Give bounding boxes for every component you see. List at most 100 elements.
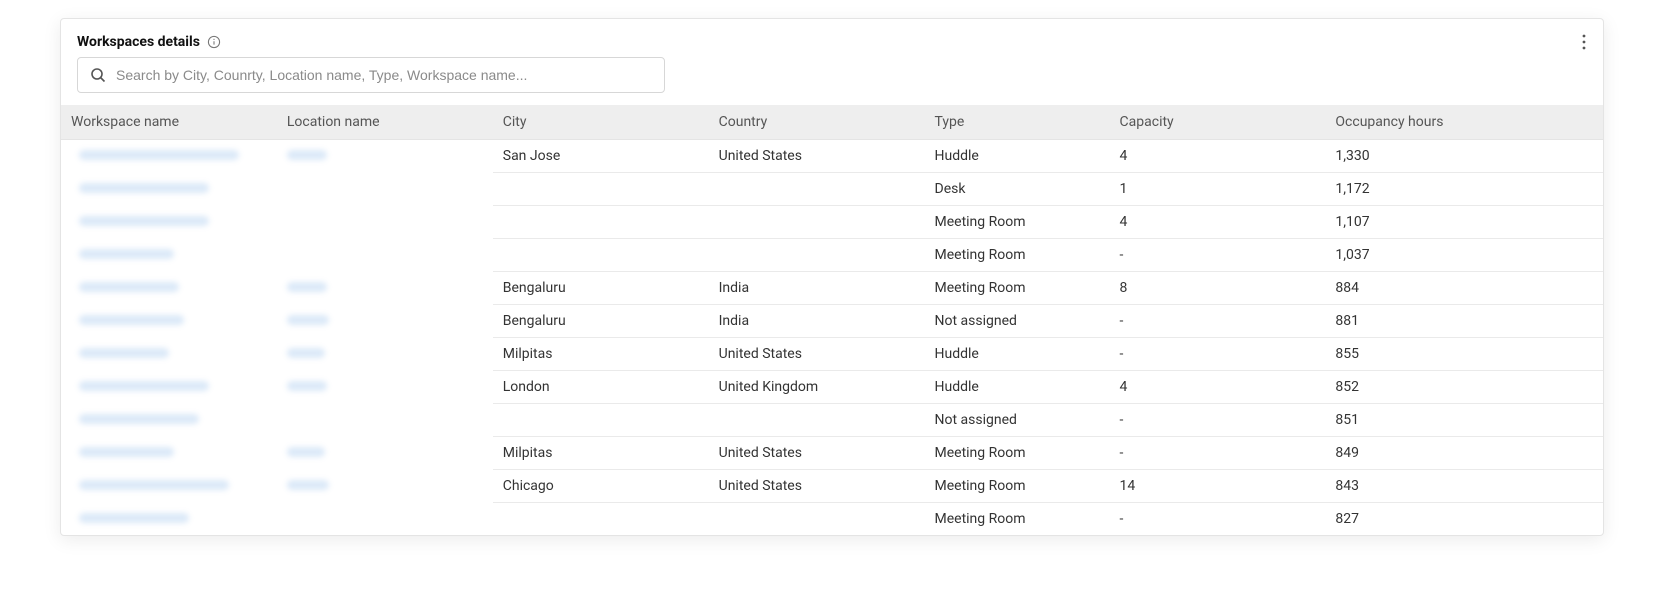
cell-occupancy-hours: 1,037 — [1325, 239, 1603, 272]
cell-type: Meeting Room — [925, 437, 1110, 470]
cell-occupancy-hours: 1,172 — [1325, 173, 1603, 206]
cell-country: United States — [709, 470, 925, 503]
table-header-row: Workspace name Location name City Countr… — [61, 105, 1603, 140]
cell-capacity: 4 — [1110, 206, 1326, 239]
cell-location-name — [277, 173, 493, 206]
cell-occupancy-hours: 884 — [1325, 272, 1603, 305]
cell-type: Huddle — [925, 371, 1110, 404]
card-header: Workspaces details — [61, 19, 1603, 57]
th-location-name[interactable]: Location name — [277, 105, 493, 140]
cell-capacity: 4 — [1110, 140, 1326, 173]
cell-city: Milpitas — [493, 437, 709, 470]
cell-type: Meeting Room — [925, 470, 1110, 503]
cell-city — [493, 206, 709, 239]
search-wrap — [61, 57, 1603, 105]
table-row[interactable]: Desk11,172 — [61, 173, 1603, 206]
cell-capacity: 4 — [1110, 371, 1326, 404]
cell-location-name — [277, 371, 493, 404]
cell-capacity: 1 — [1110, 173, 1326, 206]
cell-occupancy-hours: 881 — [1325, 305, 1603, 338]
cell-workspace-name — [61, 470, 277, 503]
cell-city: London — [493, 371, 709, 404]
table-row[interactable]: MilpitasUnited StatesMeeting Room-849 — [61, 437, 1603, 470]
cell-type: Meeting Room — [925, 206, 1110, 239]
cell-city: Milpitas — [493, 338, 709, 371]
cell-location-name — [277, 305, 493, 338]
table-row[interactable]: Meeting Room41,107 — [61, 206, 1603, 239]
cell-location-name — [277, 239, 493, 272]
th-workspace-name[interactable]: Workspace name — [61, 105, 277, 140]
cell-country — [709, 173, 925, 206]
cell-capacity: 8 — [1110, 272, 1326, 305]
cell-country — [709, 404, 925, 437]
cell-workspace-name — [61, 371, 277, 404]
workspaces-table: Workspace name Location name City Countr… — [61, 105, 1603, 535]
cell-type: Meeting Room — [925, 239, 1110, 272]
more-options-icon[interactable] — [1575, 33, 1593, 51]
cell-location-name — [277, 338, 493, 371]
th-city[interactable]: City — [493, 105, 709, 140]
th-type[interactable]: Type — [925, 105, 1110, 140]
title-wrap: Workspaces details — [77, 34, 221, 50]
table-row[interactable]: Not assigned-851 — [61, 404, 1603, 437]
cell-location-name — [277, 140, 493, 173]
cell-capacity: - — [1110, 338, 1326, 371]
cell-city — [493, 173, 709, 206]
cell-type: Desk — [925, 173, 1110, 206]
cell-capacity: - — [1110, 404, 1326, 437]
cell-workspace-name — [61, 503, 277, 536]
cell-city — [493, 404, 709, 437]
cell-capacity: 14 — [1110, 470, 1326, 503]
cell-city: Bengaluru — [493, 305, 709, 338]
th-country[interactable]: Country — [709, 105, 925, 140]
table-row[interactable]: Meeting Room-827 — [61, 503, 1603, 536]
table-row[interactable]: BengaluruIndiaNot assigned-881 — [61, 305, 1603, 338]
cell-city: San Jose — [493, 140, 709, 173]
cell-city — [493, 503, 709, 536]
cell-capacity: - — [1110, 239, 1326, 272]
cell-workspace-name — [61, 305, 277, 338]
cell-type: Huddle — [925, 140, 1110, 173]
cell-workspace-name — [61, 404, 277, 437]
cell-type: Meeting Room — [925, 272, 1110, 305]
cell-type: Not assigned — [925, 404, 1110, 437]
cell-country — [709, 503, 925, 536]
cell-country: United States — [709, 140, 925, 173]
cell-workspace-name — [61, 272, 277, 305]
cell-country: United States — [709, 338, 925, 371]
cell-type: Huddle — [925, 338, 1110, 371]
table-row[interactable]: MilpitasUnited StatesHuddle-855 — [61, 338, 1603, 371]
cell-city: Chicago — [493, 470, 709, 503]
cell-workspace-name — [61, 437, 277, 470]
cell-type: Meeting Room — [925, 503, 1110, 536]
cell-occupancy-hours: 1,330 — [1325, 140, 1603, 173]
cell-country: India — [709, 305, 925, 338]
cell-occupancy-hours: 843 — [1325, 470, 1603, 503]
search-input[interactable] — [116, 67, 652, 83]
table-row[interactable]: ChicagoUnited StatesMeeting Room14843 — [61, 470, 1603, 503]
info-icon[interactable] — [207, 35, 221, 49]
cell-location-name — [277, 470, 493, 503]
cell-workspace-name — [61, 206, 277, 239]
search-icon — [90, 67, 106, 83]
cell-city — [493, 239, 709, 272]
cell-location-name — [277, 437, 493, 470]
table-row[interactable]: Meeting Room-1,037 — [61, 239, 1603, 272]
cell-city: Bengaluru — [493, 272, 709, 305]
table-row[interactable]: LondonUnited KingdomHuddle4852 — [61, 371, 1603, 404]
workspaces-details-card: Workspaces details — [60, 18, 1604, 536]
cell-occupancy-hours: 849 — [1325, 437, 1603, 470]
cell-capacity: - — [1110, 305, 1326, 338]
cell-location-name — [277, 206, 493, 239]
table-row[interactable]: San JoseUnited StatesHuddle41,330 — [61, 140, 1603, 173]
th-capacity[interactable]: Capacity — [1110, 105, 1326, 140]
cell-country — [709, 239, 925, 272]
cell-occupancy-hours: 852 — [1325, 371, 1603, 404]
cell-workspace-name — [61, 239, 277, 272]
search-field[interactable] — [77, 57, 665, 93]
cell-occupancy-hours: 855 — [1325, 338, 1603, 371]
table-row[interactable]: BengaluruIndiaMeeting Room8884 — [61, 272, 1603, 305]
card-title: Workspaces details — [77, 34, 200, 50]
th-occupancy-hours[interactable]: Occupancy hours — [1325, 105, 1603, 140]
cell-workspace-name — [61, 140, 277, 173]
